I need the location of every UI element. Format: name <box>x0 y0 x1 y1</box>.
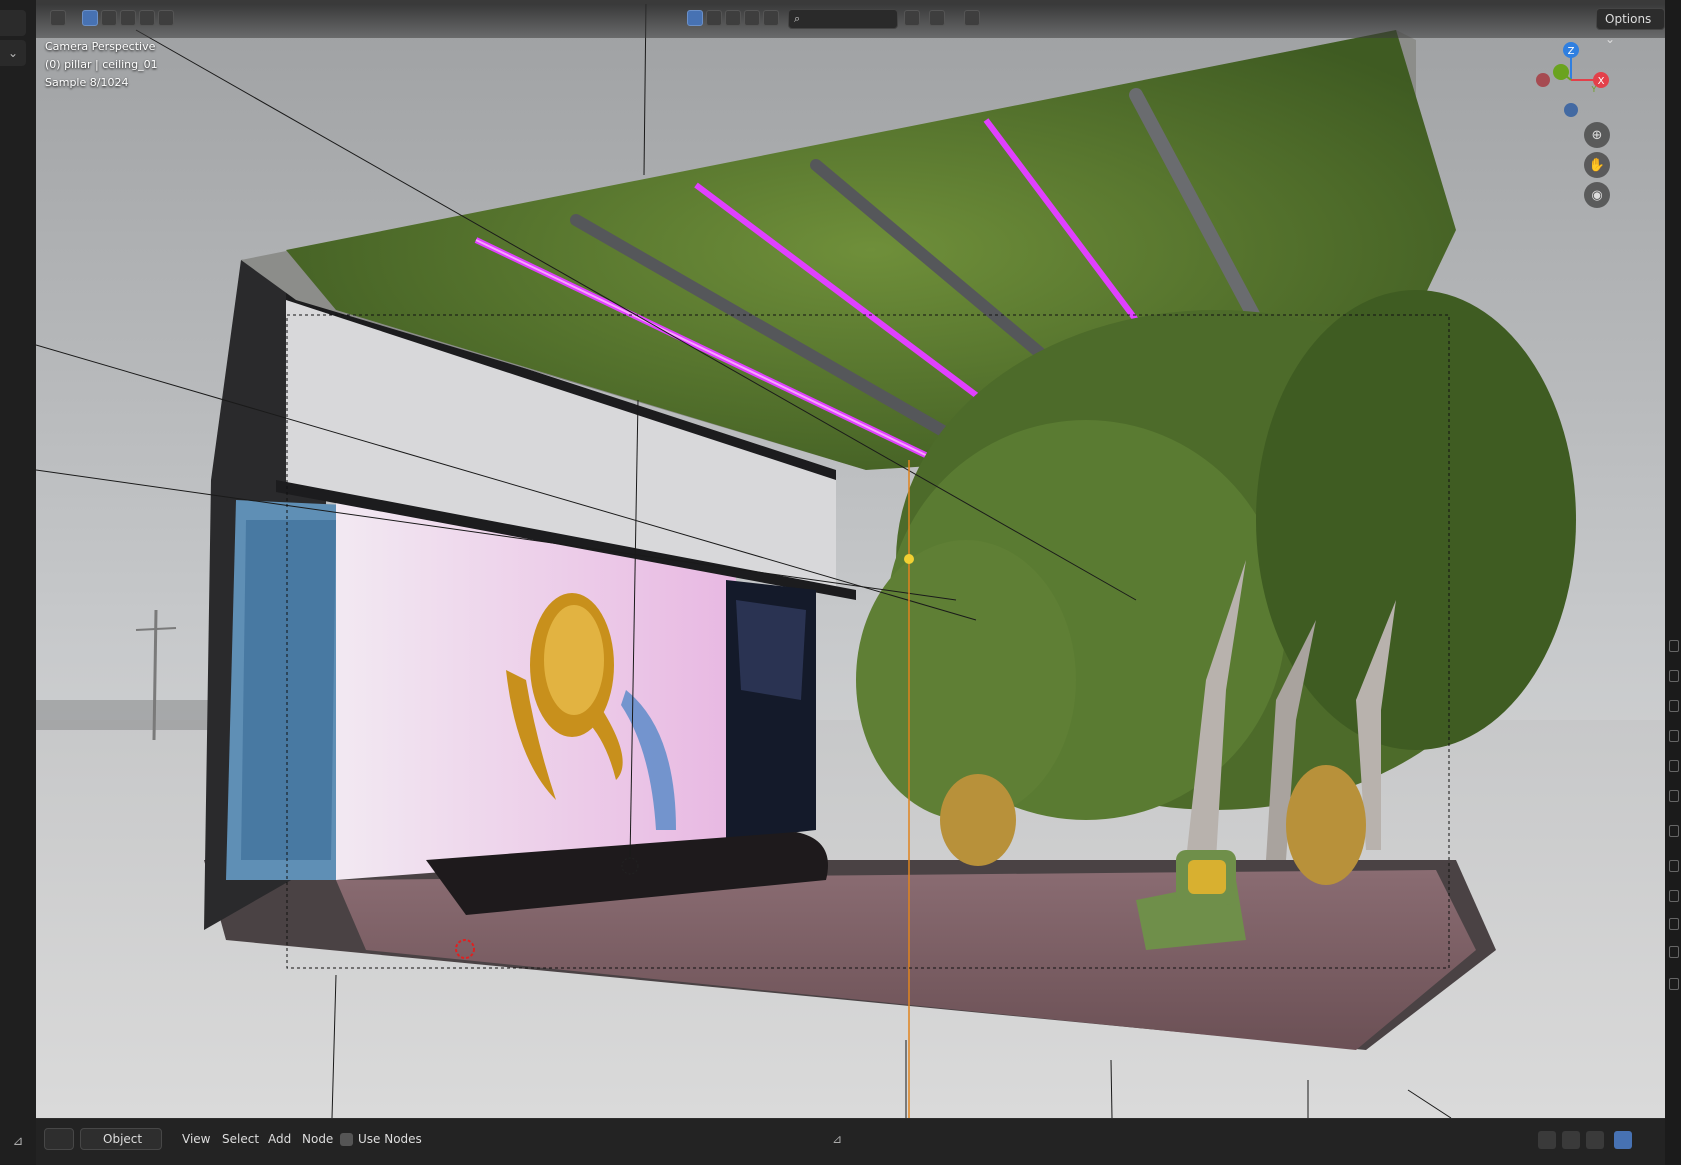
render-sample-label: Sample 8/1024 <box>45 76 129 89</box>
pin-icon[interactable]: ⊿ <box>0 1118 36 1164</box>
render-scene <box>36 0 1665 1118</box>
rendered-shading-icon[interactable] <box>744 10 760 26</box>
search-icon: ⌕ <box>794 12 801 25</box>
wireframe-shading-icon[interactable] <box>687 10 703 26</box>
filter-dropdown-icon[interactable] <box>904 10 920 26</box>
overlay-icon[interactable] <box>763 10 779 26</box>
viewport-overlay-text: Camera Perspective (0) pillar | ceiling_… <box>45 38 158 92</box>
snap-icon[interactable] <box>1562 1131 1580 1149</box>
pan-hand-icon[interactable]: ✋ <box>1584 152 1610 178</box>
y-axis-handle <box>1553 64 1569 80</box>
menu-add[interactable]: Add <box>268 1128 291 1150</box>
pouf-seat <box>940 774 1016 866</box>
active-object-label: (0) pillar | ceiling_01 <box>45 58 158 71</box>
editor-tab[interactable] <box>0 10 26 36</box>
editor-type-dropdown[interactable] <box>44 1128 74 1150</box>
use-nodes-checkbox[interactable] <box>340 1133 353 1146</box>
search-input[interactable]: ⌕ <box>788 9 898 29</box>
material-shading-icon[interactable] <box>725 10 741 26</box>
options-label: Options <box>1605 12 1652 26</box>
select-box-new-icon[interactable] <box>82 10 98 26</box>
menu-select[interactable]: Select <box>222 1128 259 1150</box>
use-nodes-label: Use Nodes <box>358 1132 422 1146</box>
3d-viewport[interactable]: ⌕ Options ⌄ Camera Perspective (0) pilla… <box>36 0 1665 1118</box>
select-box-difference-icon[interactable] <box>139 10 155 26</box>
mode-label: Object <box>103 1132 143 1146</box>
funnel-icon[interactable] <box>964 10 980 26</box>
distant-treeline <box>36 700 236 730</box>
object-mode-dropdown[interactable]: Object <box>80 1128 162 1150</box>
right-sidebar-strip <box>1665 0 1681 1164</box>
options-dropdown[interactable]: Options ⌄ <box>1596 8 1665 46</box>
camera-view-label: Camera Perspective <box>45 40 156 53</box>
parent-node-icon[interactable] <box>1538 1131 1556 1149</box>
left-sidebar-strip: ⌄ <box>0 0 36 1164</box>
overlay-toggle-icon[interactable] <box>1614 1131 1632 1149</box>
menu-node[interactable]: Node <box>302 1128 333 1150</box>
svg-text:Z: Z <box>1568 46 1575 57</box>
list-view-icon[interactable] <box>929 10 945 26</box>
light-gizmo <box>904 554 914 564</box>
snap-target-icon[interactable] <box>1586 1131 1604 1149</box>
svg-text:X: X <box>1598 76 1605 87</box>
pin-icon[interactable]: ⊿ <box>832 1128 842 1150</box>
node-editor-header: Object View Select Add Node Use Nodes ⊿ <box>36 1118 1665 1165</box>
select-box-intersect-icon[interactable] <box>158 10 174 26</box>
chevron-down-icon[interactable]: ⌄ <box>0 40 26 66</box>
select-box-extend-icon[interactable] <box>101 10 117 26</box>
viewport-header: ⌕ Options ⌄ <box>36 0 1665 46</box>
camera-view-icon[interactable]: ◉ <box>1584 182 1610 208</box>
menu-view[interactable]: View <box>182 1128 210 1150</box>
zoom-icon[interactable]: ⊕ <box>1584 122 1610 148</box>
select-tool-icon[interactable] <box>50 10 66 26</box>
solid-shading-icon[interactable] <box>706 10 722 26</box>
svg-text:Y: Y <box>1591 85 1597 94</box>
select-box-subtract-icon[interactable] <box>120 10 136 26</box>
